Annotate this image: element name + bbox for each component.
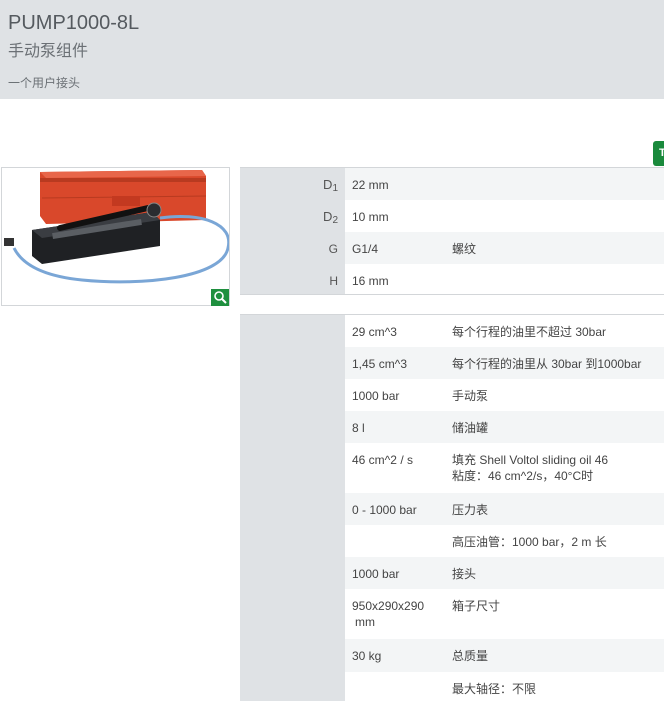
spec-value: 8 l bbox=[352, 421, 365, 435]
spec-desc: 填充 Shell Voltol sliding oil 46 bbox=[452, 453, 609, 467]
zoom-button[interactable] bbox=[211, 289, 229, 306]
spec-desc-line2: 粘度：46 cm^2/s，40°C时 bbox=[452, 469, 594, 483]
table-row: 8 l 储油罐 bbox=[240, 411, 664, 443]
spec-value bbox=[352, 525, 449, 534]
spec-value: 0 - 1000 bar bbox=[352, 503, 417, 517]
product-header: PUMP1000-8L 手动泵组件 一个用户接头 bbox=[0, 0, 664, 99]
table-row: D2 10 mm bbox=[240, 200, 664, 232]
spec-desc: 每个行程的油里不超过 30bar bbox=[452, 325, 607, 339]
spec-value-line2: mm bbox=[355, 615, 375, 629]
magnifier-icon bbox=[214, 291, 227, 304]
table-row: D1 22 mm bbox=[240, 168, 664, 200]
table-row: 29 cm^3 每个行程的油里不超过 30bar bbox=[240, 315, 664, 347]
pump-illustration bbox=[4, 170, 229, 284]
table-row: 1,45 cm^3 每个行程的油里从 30bar 到1000bar bbox=[240, 347, 664, 379]
spec-desc: 储油罐 bbox=[452, 421, 489, 435]
spec-value: 30 kg bbox=[352, 649, 382, 663]
table-row: 950x290x290 mm 箱子尺寸 bbox=[240, 589, 664, 639]
spec-desc: 高压油管：1000 bar，2 m 长 bbox=[452, 535, 607, 549]
dim-sub: 2 bbox=[332, 215, 338, 226]
spec-desc: 总质量 bbox=[452, 649, 489, 663]
table-row: 最大轴径：不限 bbox=[240, 672, 664, 701]
spec-value: 950x290x290 bbox=[352, 599, 425, 613]
spec-value: 29 cm^3 bbox=[352, 325, 397, 339]
table-row: 1000 bar 接头 bbox=[240, 557, 664, 589]
table-row: 1000 bar 手动泵 bbox=[240, 379, 664, 411]
table-row: H 16 mm bbox=[240, 264, 664, 295]
dim-desc bbox=[452, 264, 664, 273]
product-tagline: 一个用户接头 bbox=[8, 76, 81, 90]
dim-desc bbox=[452, 168, 664, 177]
spec-desc: 手动泵 bbox=[452, 389, 489, 403]
spec-value: 46 cm^2 / s bbox=[352, 453, 413, 467]
spec-value: 1,45 cm^3 bbox=[352, 357, 407, 371]
dim-value: 10 mm bbox=[352, 210, 389, 224]
spec-desc: 每个行程的油里从 30bar 到1000bar bbox=[452, 357, 642, 371]
side-tab[interactable]: T bbox=[653, 141, 664, 166]
spec-value: 1000 bar bbox=[352, 567, 400, 581]
spec-desc: 最大轴径：不限 bbox=[452, 682, 537, 696]
dim-key: H bbox=[329, 274, 338, 288]
dim-desc: 螺纹 bbox=[452, 242, 477, 256]
table-row: 46 cm^2 / s 填充 Shell Voltol sliding oil … bbox=[240, 443, 664, 493]
spec-desc: 接头 bbox=[452, 567, 477, 581]
product-subtitle: 手动泵组件 bbox=[8, 43, 89, 60]
spec-value bbox=[352, 672, 449, 681]
table-row: 30 kg 总质量 bbox=[240, 639, 664, 672]
dim-value: 22 mm bbox=[352, 178, 389, 192]
spec-value: 1000 bar bbox=[352, 389, 400, 403]
dimensions-table: D1 22 mm D2 10 mm G G1/4 螺纹 H 16 mm bbox=[240, 167, 664, 295]
table-row: 高压油管：1000 bar，2 m 长 bbox=[240, 525, 664, 557]
table-row: G G1/4 螺纹 bbox=[240, 232, 664, 264]
spec-desc: 压力表 bbox=[452, 503, 489, 517]
specs-table: 29 cm^3 每个行程的油里不超过 30bar 1,45 cm^3 每个行程的… bbox=[240, 314, 664, 701]
dim-value: G1/4 bbox=[352, 242, 379, 256]
product-title: PUMP1000-8L bbox=[8, 12, 140, 34]
spec-desc: 箱子尺寸 bbox=[452, 599, 501, 613]
side-tab-label: T bbox=[659, 147, 664, 159]
dim-sub: 1 bbox=[332, 183, 338, 194]
dim-value: 16 mm bbox=[352, 274, 389, 288]
product-image[interactable] bbox=[1, 167, 230, 306]
dim-key: G bbox=[328, 242, 338, 256]
table-row: 0 - 1000 bar 压力表 bbox=[240, 493, 664, 525]
dim-desc bbox=[452, 200, 664, 209]
